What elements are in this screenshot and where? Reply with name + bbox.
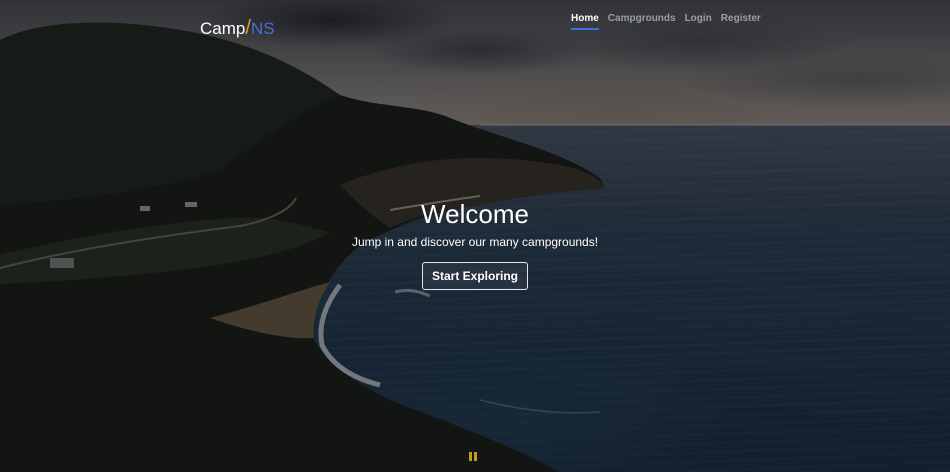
- hero-subtitle: Jump in and discover our many campground…: [351, 235, 599, 249]
- nav-link-register[interactable]: Register: [721, 13, 761, 30]
- brand-ns: NS: [250, 19, 275, 38]
- hero-title: Welcome: [421, 199, 529, 229]
- pause-bar-left: [469, 452, 472, 461]
- hero-section: Welcome Jump in and discover our many ca…: [0, 198, 950, 290]
- main-nav: Home Campgrounds Login Register: [571, 13, 761, 30]
- start-exploring-button[interactable]: Start Exploring: [421, 262, 528, 290]
- pause-icon[interactable]: [468, 452, 478, 462]
- brand-camp: Camp: [200, 19, 246, 38]
- nav-link-campgrounds[interactable]: Campgrounds: [608, 13, 676, 30]
- nav-link-home[interactable]: Home: [571, 13, 599, 30]
- pause-bar-right: [474, 452, 477, 461]
- nav-link-login[interactable]: Login: [685, 13, 712, 30]
- brand-logo[interactable]: Camp/NS: [200, 17, 275, 40]
